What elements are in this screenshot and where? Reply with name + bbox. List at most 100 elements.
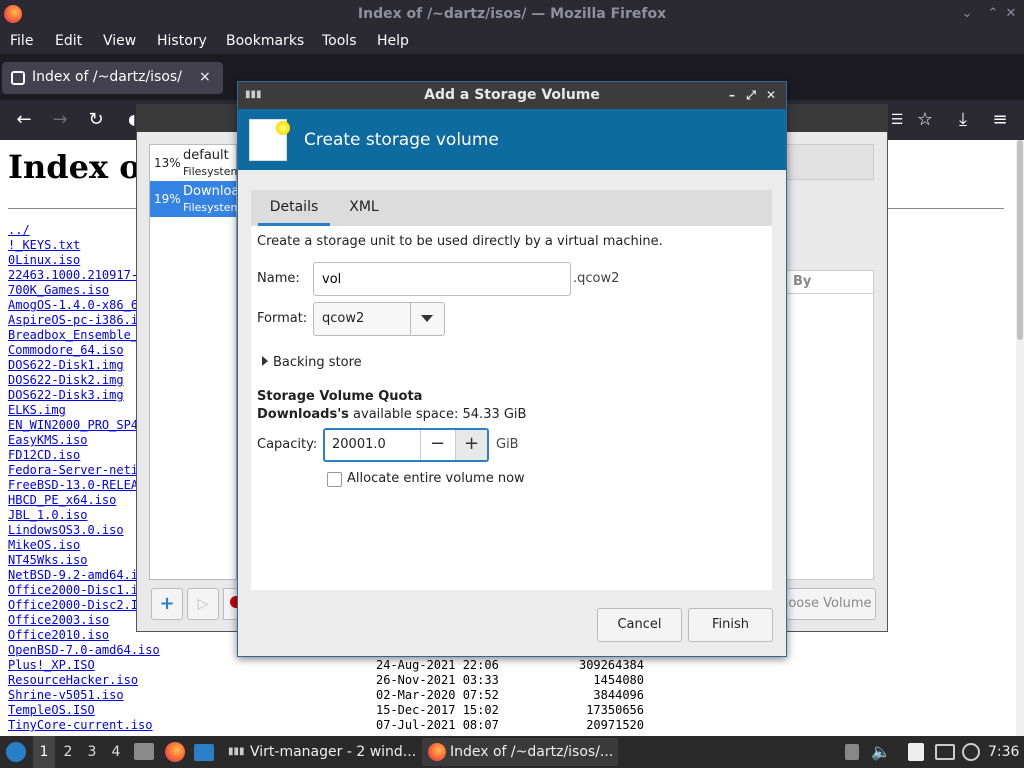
network-icon[interactable]: [935, 744, 955, 760]
forward-icon[interactable]: →: [48, 108, 72, 132]
notes-icon[interactable]: [908, 743, 924, 761]
workspace-3[interactable]: 3: [81, 736, 103, 768]
choose-volume-button[interactable]: Choose Volume: [786, 588, 876, 620]
close-icon[interactable]: ✕: [1003, 6, 1019, 22]
capacity-value[interactable]: 20001.0: [332, 437, 386, 452]
file-link[interactable]: Shrine-v5051.iso: [8, 688, 124, 703]
tab-xml[interactable]: XML: [340, 190, 388, 226]
menu-bookmarks[interactable]: Bookmarks: [226, 29, 304, 54]
workspace-1[interactable]: 1: [33, 736, 55, 768]
file-link[interactable]: NetBSD-9.2-amd64.i: [8, 568, 138, 583]
file-link[interactable]: 22463.1000.210917-: [8, 268, 138, 283]
name-label: Name:: [257, 271, 300, 286]
pool-row-default[interactable]: 13% default Filesystem: [150, 145, 241, 181]
file-link[interactable]: 700K_Games.iso: [8, 283, 109, 298]
file-link[interactable]: AmogOS-1.4.0-x86_6: [8, 298, 138, 313]
dialog-close-icon[interactable]: ✕: [763, 87, 779, 103]
capacity-increment-button[interactable]: +: [455, 430, 487, 460]
taskbar-task-firefox[interactable]: Index of /~dartz/isos/...: [422, 738, 618, 766]
file-link[interactable]: !_KEYS.txt: [8, 238, 80, 253]
cancel-button[interactable]: Cancel: [597, 608, 682, 642]
column-header-by[interactable]: By: [786, 270, 874, 294]
menu-help[interactable]: Help: [377, 29, 409, 54]
file-link[interactable]: FreeBSD-13.0-RELEA: [8, 478, 138, 493]
file-size: 309264384: [578, 658, 644, 672]
file-link[interactable]: OpenBSD-7.0-amd64.iso: [8, 643, 160, 658]
file-link[interactable]: Office2000-Disc2.I: [8, 598, 138, 613]
file-link[interactable]: ../: [8, 223, 30, 238]
name-input[interactable]: [313, 262, 571, 296]
file-link[interactable]: TinyCore-current.iso: [8, 718, 153, 733]
file-link[interactable]: HBCD_PE_x64.iso: [8, 493, 116, 508]
file-link[interactable]: Office2010.iso: [8, 628, 109, 643]
reload-icon[interactable]: ↻: [84, 108, 108, 132]
file-link[interactable]: MikeOS.iso: [8, 538, 80, 553]
file-link[interactable]: NT45Wks.iso: [8, 553, 87, 568]
file-link[interactable]: DOS622-Disk2.img: [8, 373, 124, 388]
workspace-2[interactable]: 2: [57, 736, 79, 768]
menu-file[interactable]: File: [10, 29, 33, 54]
start-pool-button[interactable]: ▷: [187, 588, 219, 620]
file-link[interactable]: Office2000-Disc1.i: [8, 583, 138, 598]
file-link[interactable]: AspireOS-pc-i386.i: [8, 313, 138, 328]
file-manager-icon[interactable]: [134, 743, 154, 760]
app-menu-icon[interactable]: ≡: [988, 108, 1012, 132]
file-link[interactable]: Breadbox_Ensemble_: [8, 328, 138, 343]
capacity-decrement-button[interactable]: −: [420, 430, 454, 460]
available-text: available space: 54.33 GiB: [348, 407, 527, 422]
page-title: Index o: [8, 148, 141, 186]
file-date: 15-Dec-2017 15:02: [376, 703, 499, 717]
file-link[interactable]: Office2003.iso: [8, 613, 109, 628]
file-link[interactable]: DOS622-Disk1.img: [8, 358, 124, 373]
file-link[interactable]: DOS622-Disk3.img: [8, 388, 124, 403]
minimize-icon[interactable]: ⌄: [959, 6, 975, 22]
finish-button[interactable]: Finish: [688, 608, 773, 642]
pool-name-bold: Downloads's: [257, 407, 349, 422]
menu-edit[interactable]: Edit: [55, 29, 82, 54]
file-link[interactable]: EN_WIN2000_PRO_SP4: [8, 418, 138, 433]
bookmark-star-icon[interactable]: ☆: [913, 108, 937, 132]
maximize-icon[interactable]: ⌃: [985, 6, 1001, 22]
volume-list: [786, 294, 874, 580]
dialog-maximize-icon[interactable]: ⤢: [743, 87, 759, 103]
tab-close-icon[interactable]: ×: [199, 69, 211, 85]
menu-history[interactable]: History: [157, 29, 207, 54]
file-date: 02-Mar-2020 07:52: [376, 688, 499, 702]
browser-tab[interactable]: Index of /~dartz/isos/ ×: [2, 62, 223, 94]
pool-row-downloads[interactable]: 19% Downloads Filesystem: [150, 181, 254, 217]
file-link[interactable]: ResourceHacker.iso: [8, 673, 138, 688]
volume-icon[interactable]: 🔈: [871, 741, 891, 763]
user-icon[interactable]: [962, 743, 980, 761]
add-pool-button[interactable]: +: [151, 588, 183, 620]
firefox-launcher-icon[interactable]: [165, 742, 185, 762]
file-link[interactable]: Plus!_XP.ISO: [8, 658, 95, 673]
firefox-task-icon: [428, 743, 446, 761]
expander-arrow-icon[interactable]: [262, 356, 268, 366]
scrollbar-thumb[interactable]: [1017, 140, 1023, 340]
file-link[interactable]: ELKS.img: [8, 403, 66, 418]
file-link[interactable]: JBL_1.0.iso: [8, 508, 87, 523]
terminal-icon[interactable]: [194, 744, 214, 761]
tab-details[interactable]: Details: [258, 190, 330, 226]
file-link[interactable]: EasyKMS.iso: [8, 433, 87, 448]
workspace-4[interactable]: 4: [105, 736, 127, 768]
file-link[interactable]: Commodore_64.iso: [8, 343, 124, 358]
downloads-icon[interactable]: ⤓: [951, 108, 975, 132]
start-menu-icon[interactable]: [6, 742, 26, 762]
menu-view[interactable]: View: [103, 29, 136, 54]
clipboard-icon[interactable]: [845, 744, 859, 760]
file-link[interactable]: Fedora-Server-neti: [8, 463, 138, 478]
file-link[interactable]: TempleOS.ISO: [8, 703, 95, 718]
menu-tools[interactable]: Tools: [322, 29, 357, 54]
back-icon[interactable]: ←: [12, 108, 36, 132]
taskbar-task-virt-manager[interactable]: Virt-manager - 2 wind...: [222, 738, 418, 766]
file-link[interactable]: FD12CD.iso: [8, 448, 80, 463]
reader-view-icon[interactable]: ☰: [885, 108, 909, 132]
backing-store-expander[interactable]: Backing store: [273, 355, 362, 370]
file-link[interactable]: LindowsOS3.0.iso: [8, 523, 124, 538]
file-size: 1454080: [593, 673, 644, 687]
allocate-label[interactable]: Allocate entire volume now: [347, 471, 525, 486]
dialog-minimize-icon[interactable]: –: [724, 87, 740, 103]
file-link[interactable]: 0Linux.iso: [8, 253, 80, 268]
allocate-checkbox[interactable]: [327, 472, 342, 487]
